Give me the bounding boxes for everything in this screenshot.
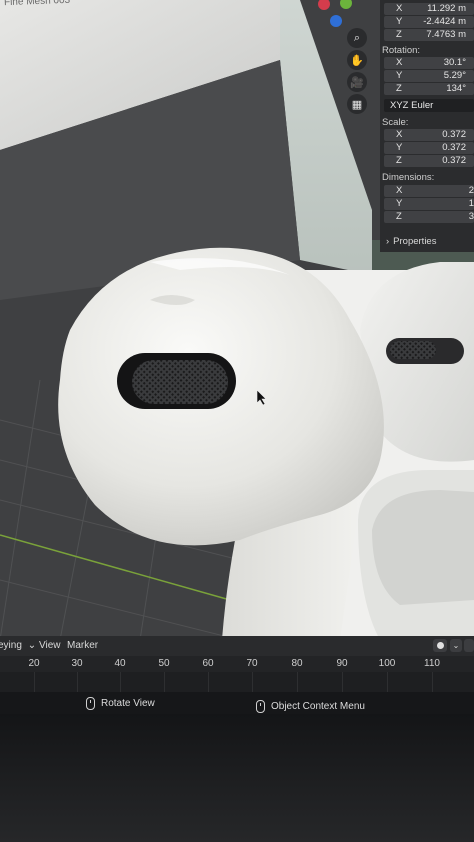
frame-label: 90	[336, 658, 348, 669]
frame-label: 30	[71, 658, 83, 669]
chevron-right-icon: ›	[386, 236, 390, 247]
location-y-field[interactable]: Y -2.4424 m	[384, 16, 474, 28]
keyframe-type-button[interactable]	[464, 639, 474, 652]
location-x-field[interactable]: X 11.292 m	[384, 3, 474, 15]
rotation-mode-select[interactable]: XYZ Euler	[384, 99, 474, 112]
scale-y-field[interactable]: Y 0.372	[384, 142, 474, 154]
frame-ruler[interactable]: 20 30 40 50 60 70 80 90 100 110	[0, 656, 474, 672]
dimensions-z-field[interactable]: Z 3	[384, 211, 474, 223]
rotation-x-field[interactable]: X 30.1°	[384, 57, 474, 69]
dimensions-y-field[interactable]: Y 1	[384, 198, 474, 210]
rotation-label: Rotation:	[382, 45, 421, 56]
rotation-z-field[interactable]: Z 134°	[384, 83, 474, 95]
record-button[interactable]	[433, 639, 447, 652]
camera-icon[interactable]: 🎥	[347, 72, 367, 92]
record-icon	[436, 642, 444, 649]
dimensions-label: Dimensions:	[382, 172, 435, 183]
location-z-field[interactable]: Z 7.4763 m	[384, 29, 474, 41]
rotation-y-field[interactable]: Y 5.29°	[384, 70, 474, 82]
zoom-icon[interactable]: ⌕	[347, 28, 367, 48]
dimensions-x-field[interactable]: X 2	[384, 185, 474, 197]
grid-icon[interactable]: ▦	[347, 94, 367, 114]
sidebar-transform-panel: X 11.292 m Y -2.4424 m Z 7.4763 m Rotati…	[380, 0, 474, 252]
frame-label: 40	[114, 658, 126, 669]
mouse-middle-icon	[86, 697, 95, 710]
keying-menu[interactable]: eying ⌄	[0, 640, 36, 651]
mouse-right-icon	[256, 700, 265, 713]
status-context-menu: Object Context Menu	[256, 700, 365, 713]
monitor-bezel	[0, 714, 474, 842]
timeline-header: eying ⌄ View Marker ⌄	[0, 636, 474, 656]
frame-label: 110	[424, 658, 440, 669]
hand-pan-icon[interactable]: ✋	[347, 50, 367, 70]
scale-z-field[interactable]: Z 0.372	[384, 155, 474, 167]
frame-label: 70	[246, 658, 258, 669]
properties-disclosure[interactable]: › Properties	[386, 236, 436, 247]
frame-label: 50	[158, 658, 170, 669]
scale-label: Scale:	[382, 117, 409, 128]
frame-label: 80	[291, 658, 303, 669]
scale-x-field[interactable]: X 0.372	[384, 129, 474, 141]
frame-label: 20	[28, 658, 40, 669]
properties-label: Properties	[393, 236, 437, 247]
view-menu[interactable]: View	[39, 640, 61, 651]
timeline-track-area[interactable]	[0, 672, 474, 692]
dropdown-arrow-icon[interactable]: ⌄	[450, 639, 462, 652]
3d-viewport[interactable]: Fine Mesh 003 ⌕ ✋ 🎥 ▦ X 11.292 m Y -2.44…	[0, 0, 474, 640]
frame-label: 60	[202, 658, 214, 669]
frame-label: 100	[378, 658, 396, 669]
status-rotate-view: Rotate View	[86, 697, 155, 710]
gizmo-z-axis[interactable]	[330, 15, 342, 27]
marker-menu[interactable]: Marker	[67, 640, 98, 651]
status-bar: Rotate View Object Context Menu	[0, 692, 474, 714]
chevron-down-icon: ⌄	[27, 640, 37, 651]
